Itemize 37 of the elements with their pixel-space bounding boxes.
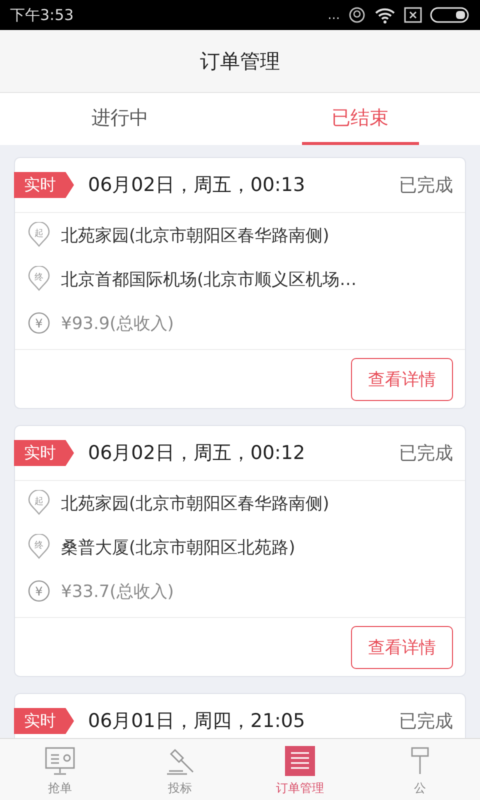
income-text: ¥93.9(总收入) xyxy=(61,312,174,334)
end-pin-icon: 终 xyxy=(27,534,51,560)
order-status: 已完成 xyxy=(399,174,453,197)
order-status: 已完成 xyxy=(399,442,453,465)
nav-item[interactable]: 抢单 xyxy=(0,739,120,800)
yuan-icon: ¥ xyxy=(27,310,51,336)
end-address: 桑普大厦(北京市朝阳区北苑路) xyxy=(61,536,296,558)
sim-icon xyxy=(404,7,422,23)
nav-item[interactable]: 投标 xyxy=(120,739,240,800)
page-title: 订单管理 xyxy=(200,48,280,74)
start-pin-icon: 起 xyxy=(27,222,51,248)
signal-icon xyxy=(348,6,366,24)
yuan-icon: ¥ xyxy=(27,578,51,604)
order-datetime: 06月02日，周五，00:12 xyxy=(88,441,306,466)
realtime-tag: 实时 xyxy=(14,440,74,466)
order-datetime: 06月01日，周四，21:05 xyxy=(88,709,306,734)
realtime-tag: 实时 xyxy=(14,172,74,198)
end-address: 北京首都国际机场(北京市顺义区机场… xyxy=(61,268,357,290)
order-status: 已完成 xyxy=(399,710,453,733)
start-address: 北苑家园(北京市朝阳区春华路南侧) xyxy=(61,224,330,246)
tab[interactable]: 已结束 xyxy=(240,93,480,145)
realtime-tag: 实时 xyxy=(14,708,74,734)
order-datetime: 06月02日，周五，00:13 xyxy=(88,173,306,198)
details-button[interactable]: 查看详情 xyxy=(351,626,453,668)
nav-item[interactable]: 公 xyxy=(360,739,480,800)
battery-icon xyxy=(430,7,470,23)
start-address: 北苑家园(北京市朝阳区春华路南侧) xyxy=(61,492,330,514)
end-pin-icon: 终 xyxy=(27,266,51,292)
wifi-icon xyxy=(374,6,396,24)
status-dots: ... xyxy=(328,8,340,22)
status-time: 下午3:53 xyxy=(10,6,75,24)
income-text: ¥33.7(总收入) xyxy=(61,580,174,602)
list-icon xyxy=(283,744,317,778)
start-pin-icon: 起 xyxy=(27,490,51,516)
nav-item[interactable]: 订单管理 xyxy=(240,739,360,800)
details-button[interactable]: 查看详情 xyxy=(351,358,453,400)
tab[interactable]: 进行中 xyxy=(0,93,240,145)
